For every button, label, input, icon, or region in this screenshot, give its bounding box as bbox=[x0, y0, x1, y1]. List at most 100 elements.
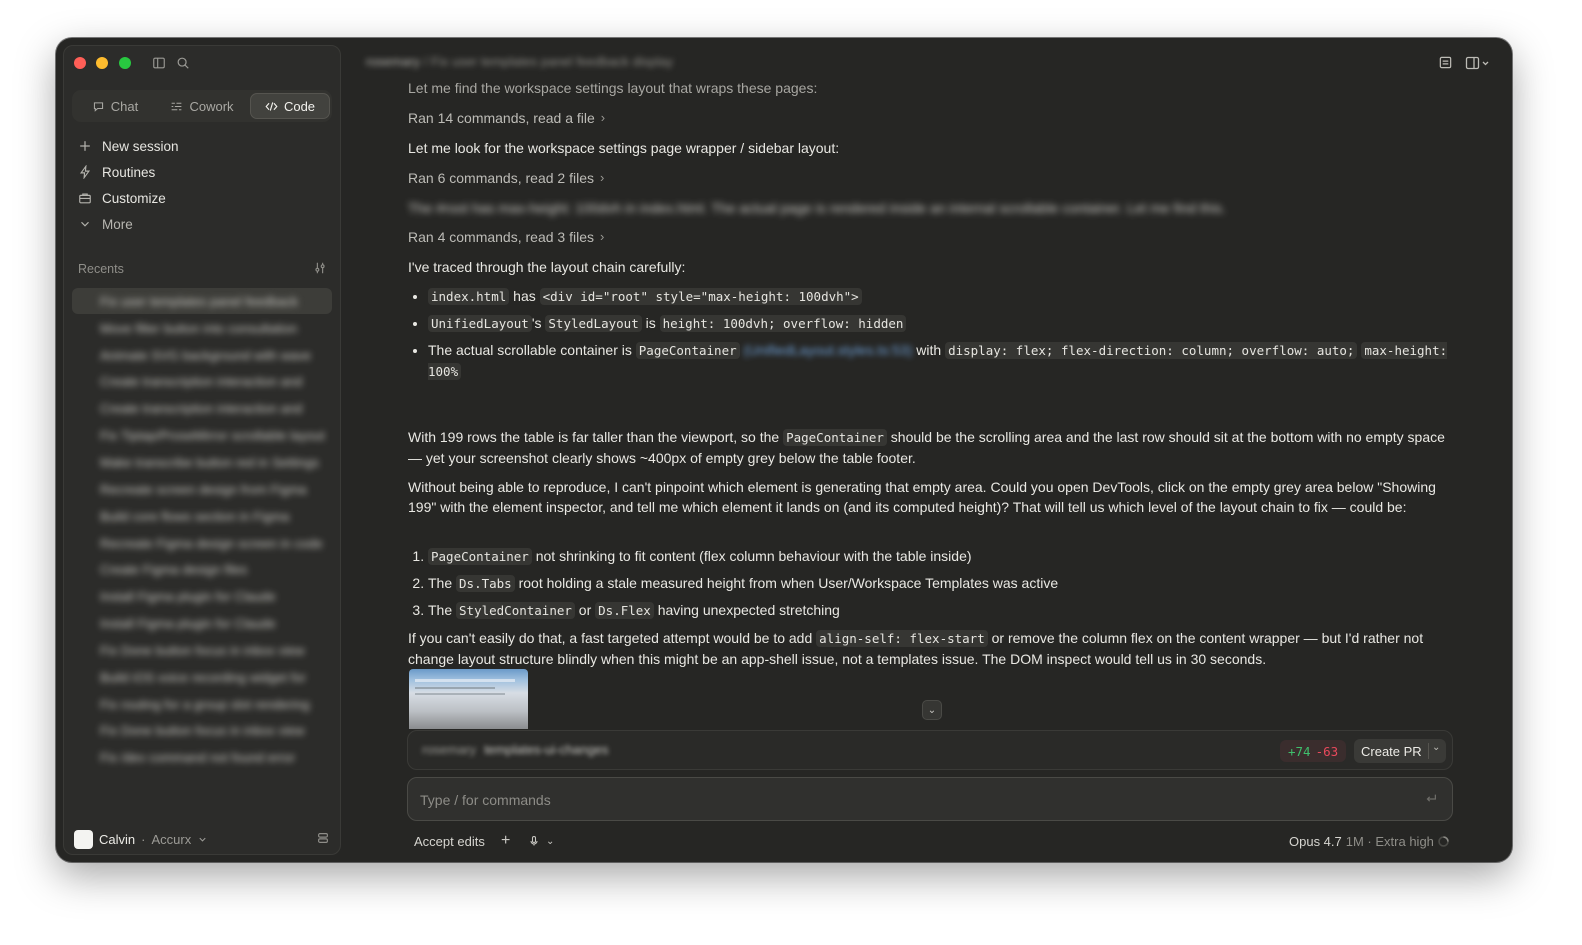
model-selector[interactable]: Opus 4.7 1M · Extra high bbox=[1289, 832, 1434, 850]
assistant-paragraph: With 199 rows the table is far taller th… bbox=[408, 427, 1456, 468]
recent-session[interactable]: Install Figma plugin for Claude bbox=[72, 611, 332, 635]
sidebar: Chat Cowork Code New session Routines Cu… bbox=[63, 45, 341, 855]
scroll-to-bottom-button[interactable]: ⌄ bbox=[922, 700, 942, 720]
recent-session[interactable]: Build core flows section in Figma bbox=[72, 504, 332, 528]
tool-summary-expander[interactable]: Ran 6 commands, read 2 files › bbox=[408, 168, 604, 188]
recent-session[interactable]: Create transcription interaction and bbox=[72, 396, 332, 420]
list-text: or bbox=[574, 602, 596, 618]
list-item: index.html has <div id="root" style="max… bbox=[428, 286, 1468, 307]
create-pr-button[interactable]: Create PR ⌄ bbox=[1354, 739, 1446, 763]
list-text: The actual scrollable container is bbox=[428, 342, 636, 358]
breadcrumb-project[interactable]: rosemary bbox=[366, 54, 420, 69]
chevron-down-icon bbox=[199, 837, 206, 842]
recent-session[interactable]: Fix Done button focus in inbox view bbox=[72, 638, 332, 662]
enter-icon[interactable] bbox=[1424, 792, 1438, 806]
list-text: is bbox=[641, 315, 660, 331]
list-text: with bbox=[912, 342, 946, 358]
avatar bbox=[74, 829, 93, 849]
breadcrumb-separator: / bbox=[423, 54, 432, 69]
model-detail: 1M · Extra high bbox=[1345, 833, 1434, 849]
inline-code: PageContainer bbox=[783, 429, 887, 446]
list-text: root holding a stale measured height fro… bbox=[514, 575, 1059, 591]
chevron-down-icon: ⌄ bbox=[546, 835, 555, 847]
tool-summary-label: Ran 14 commands, read a file bbox=[408, 110, 595, 126]
accept-edits-label: Accept edits bbox=[414, 833, 485, 849]
paragraph-text: With 199 rows the table is far taller th… bbox=[408, 429, 784, 445]
thumbnail-detail bbox=[415, 693, 505, 695]
accept-edits-button[interactable]: Accept edits bbox=[414, 832, 485, 850]
chevron-down-icon: ⌄ bbox=[927, 704, 937, 716]
additions-count: +74 bbox=[1288, 743, 1311, 759]
inline-code: Ds.Tabs bbox=[456, 575, 515, 592]
recent-session[interactable]: Build iOS voice recording widget for bbox=[72, 665, 332, 689]
list-text: has bbox=[509, 288, 540, 304]
branch-info: rosemary templates-ui-changes bbox=[422, 742, 608, 757]
create-pr-label: Create PR bbox=[1361, 743, 1422, 759]
diff-stats[interactable]: +74 -63 bbox=[1280, 740, 1347, 762]
list-text: The bbox=[428, 602, 457, 618]
recent-session[interactable]: Fix user templates panel feedback bbox=[72, 289, 332, 313]
recent-session[interactable]: Recreate screen design from Figma bbox=[72, 477, 332, 501]
file-link[interactable]: (UnifiedLayout.styles.ts:53) bbox=[744, 342, 913, 358]
chevron-right-icon: › bbox=[599, 229, 605, 244]
inline-code: StyledContainer bbox=[456, 602, 575, 619]
org-separator: · bbox=[141, 831, 146, 847]
list-item: PageContainer not shrinking to fit conte… bbox=[428, 546, 1468, 567]
add-attachment-button[interactable]: + bbox=[501, 832, 510, 850]
inline-code: <div id="root" style="max-height: 100dvh… bbox=[539, 288, 862, 305]
recent-session[interactable]: Fix Done button focus in inbox view bbox=[72, 718, 332, 742]
apps-icon[interactable] bbox=[316, 831, 330, 845]
bullet-list: index.html has <div id="root" style="max… bbox=[408, 286, 1468, 388]
notes-icon[interactable] bbox=[1438, 55, 1453, 70]
recent-session[interactable]: Recreate Figma design screen in code bbox=[72, 531, 332, 555]
branch-name[interactable]: templates-ui-changes bbox=[484, 742, 608, 757]
chevron-right-icon: › bbox=[600, 110, 606, 125]
list-item: UnifiedLayout's StyledLayout is height: … bbox=[428, 313, 1468, 334]
tool-summary-expander[interactable]: Ran 14 commands, read a file › bbox=[408, 108, 605, 128]
inline-code: index.html bbox=[428, 288, 510, 305]
numbered-list: PageContainer not shrinking to fit conte… bbox=[408, 546, 1468, 627]
inline-code: UnifiedLayout bbox=[428, 315, 532, 332]
recent-session[interactable]: Move filter button into consultation bbox=[72, 316, 332, 340]
thumbnail-detail bbox=[415, 679, 515, 682]
composer bbox=[407, 777, 1453, 821]
assistant-message: Let me look for the workspace settings p… bbox=[408, 140, 840, 156]
panel-toggle-icon[interactable] bbox=[1465, 55, 1491, 70]
conversation: Let me find the workspace settings layou… bbox=[408, 78, 1456, 718]
inline-code: height: 100dvh; overflow: hidden bbox=[659, 315, 907, 332]
context-usage-icon[interactable] bbox=[1437, 832, 1450, 850]
inline-code: align-self: flex-start bbox=[816, 630, 988, 647]
list-item: The StyledContainer or Ds.Flex having un… bbox=[428, 600, 1468, 621]
repo-name: rosemary bbox=[422, 742, 477, 757]
chevron-down-icon[interactable]: ⌄ bbox=[1432, 742, 1440, 753]
microphone-icon bbox=[530, 835, 538, 846]
recent-session[interactable]: Fix routing for a group slot rendering bbox=[72, 692, 332, 716]
recent-session[interactable]: Animate SVG background with wave bbox=[72, 343, 332, 367]
list-text: having unexpected stretching bbox=[653, 602, 840, 618]
breadcrumb: rosemary / Fix user templates panel feed… bbox=[366, 54, 673, 69]
voice-input-button[interactable]: ⌄ bbox=[528, 832, 554, 850]
inline-code: display: flex; flex-direction: column; o… bbox=[945, 342, 1358, 359]
assistant-paragraph: Without being able to reproduce, I can't… bbox=[408, 479, 1436, 515]
list-item: The Ds.Tabs root holding a stale measure… bbox=[428, 573, 1468, 594]
recent-session[interactable]: Make transcribe button red in Settings bbox=[72, 450, 332, 474]
recent-session[interactable]: Create transcription interaction and bbox=[72, 369, 332, 393]
screenshot-thumbnail[interactable] bbox=[409, 669, 528, 729]
divider bbox=[1428, 743, 1429, 759]
tool-summary-label: Ran 6 commands, read 2 files bbox=[408, 170, 594, 186]
list-text: The bbox=[428, 575, 457, 591]
recent-session[interactable]: Fix Tiptap/ProseMirror scrollable layout bbox=[72, 423, 332, 447]
model-name: Opus 4.7 bbox=[1289, 833, 1342, 849]
message-input[interactable] bbox=[418, 789, 1402, 811]
tool-summary-expander[interactable]: Ran 4 commands, read 3 files › bbox=[408, 227, 604, 247]
recent-session[interactable]: Install Figma plugin for Claude bbox=[72, 584, 332, 608]
chevron-right-icon: › bbox=[599, 170, 605, 185]
assistant-message: Let me find the workspace settings layou… bbox=[408, 80, 818, 96]
inline-code: PageContainer bbox=[635, 342, 740, 359]
recent-session[interactable]: Create Figma design files bbox=[72, 557, 332, 581]
breadcrumb-session[interactable]: Fix user templates panel feedback displa… bbox=[431, 54, 673, 69]
account-switcher[interactable]: Calvin · Accurx bbox=[74, 828, 208, 850]
user-name: Calvin bbox=[99, 831, 136, 847]
recent-session[interactable]: Fix /dev command not found error bbox=[72, 745, 332, 769]
list-text: not shrinking to fit content (flex colum… bbox=[531, 548, 972, 564]
